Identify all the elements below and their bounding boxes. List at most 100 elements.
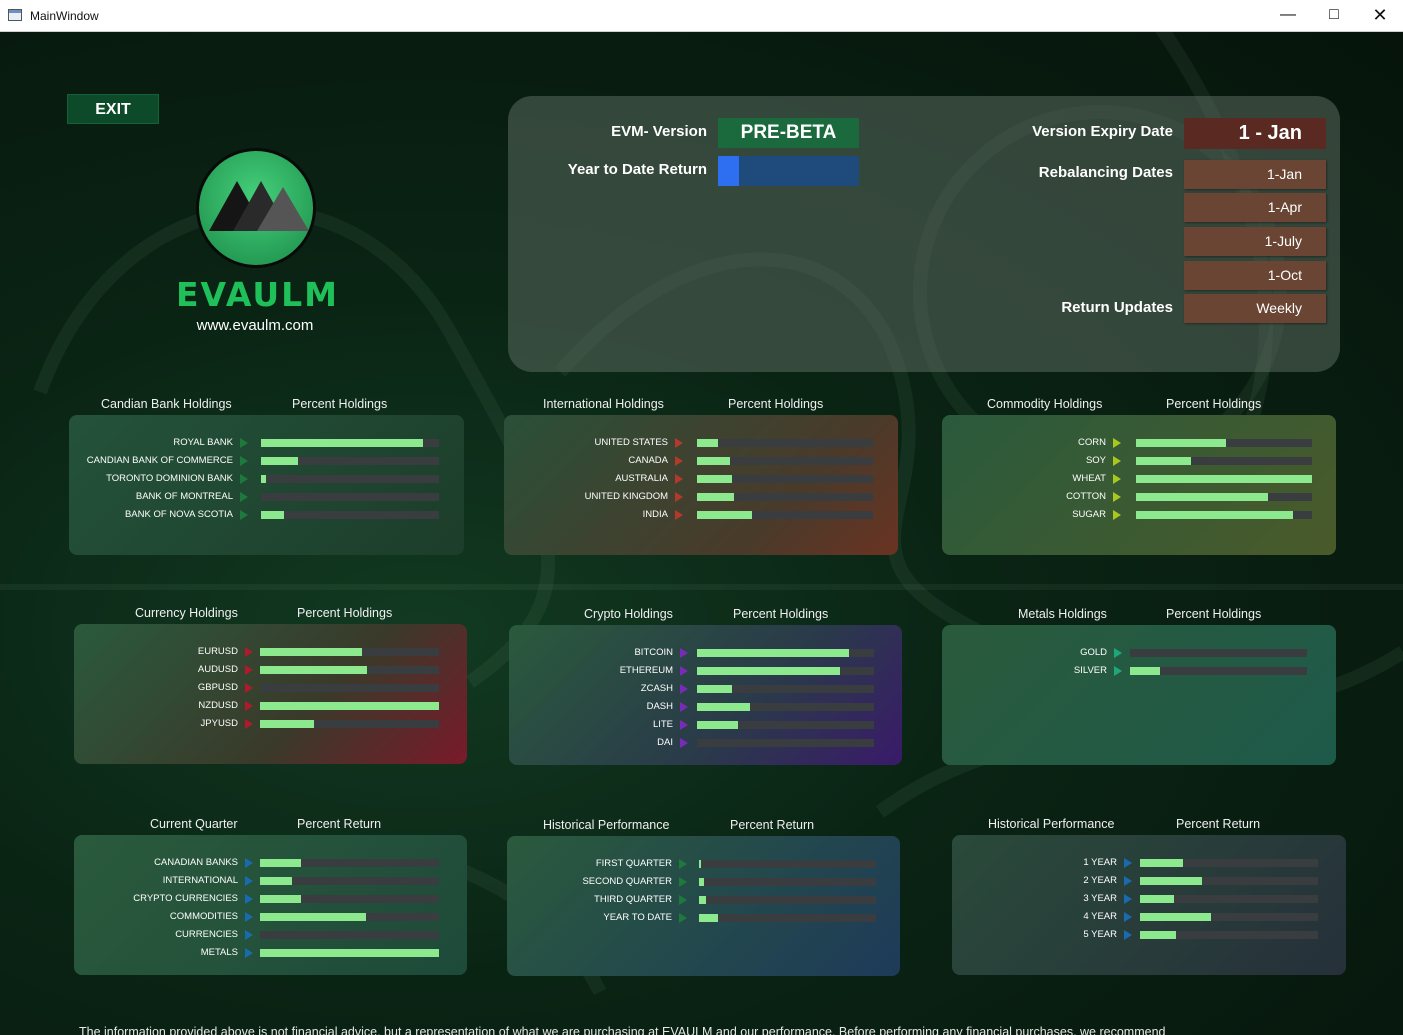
- holding-bar-fill: [260, 859, 302, 867]
- holding-bar-fill: [1140, 859, 1183, 867]
- evm-version-label: EVM- Version: [611, 123, 707, 140]
- play-arrow-icon: [1124, 912, 1132, 922]
- play-arrow-icon: [680, 648, 688, 658]
- holding-bar-fill: [260, 648, 363, 656]
- rebalancing-date: 1-Jan: [1184, 160, 1326, 189]
- holding-label: CANDIAN BANK OF COMMERCE: [86, 455, 233, 466]
- holding-bar: [1140, 913, 1318, 921]
- rebalancing-date: 1-Oct: [1184, 261, 1326, 290]
- holding-bar-fill: [260, 949, 439, 957]
- panel-title: Current Quarter: [150, 817, 238, 831]
- maximize-button[interactable]: □: [1311, 0, 1357, 31]
- holding-bar: [1140, 895, 1318, 903]
- holding-bar-fill: [260, 720, 314, 728]
- panel-title: Commodity Holdings: [987, 397, 1103, 411]
- holding-bar: [697, 475, 873, 483]
- play-arrow-icon: [245, 647, 253, 657]
- holding-bar: [261, 511, 439, 519]
- holding-bar: [1136, 493, 1312, 501]
- play-arrow-icon: [245, 894, 253, 904]
- play-arrow-icon: [1114, 666, 1122, 676]
- holding-label: CANADIAN BANKS: [154, 857, 238, 868]
- holding-bar: [1136, 439, 1312, 447]
- holding-bar: [260, 702, 439, 710]
- title-bar: MainWindow — □ ✕: [0, 0, 1403, 32]
- exit-button[interactable]: EXIT: [67, 94, 159, 124]
- holding-bar: [699, 860, 876, 868]
- play-arrow-icon: [675, 492, 683, 502]
- holding-label: SUGAR: [1072, 509, 1106, 520]
- play-arrow-icon: [240, 474, 248, 484]
- holding-label: INTERNATIONAL: [162, 875, 238, 886]
- play-arrow-icon: [680, 738, 688, 748]
- panel-title: International Holdings: [543, 397, 664, 411]
- holding-label: DASH: [646, 701, 673, 712]
- holding-bar-fill: [260, 913, 366, 921]
- holding-label: JPYUSD: [200, 718, 238, 729]
- play-arrow-icon: [680, 702, 688, 712]
- play-arrow-icon: [679, 895, 687, 905]
- rebalancing-date: 1-Apr: [1184, 193, 1326, 222]
- holding-bar-fill: [699, 860, 701, 868]
- holding-bar: [1130, 649, 1307, 657]
- window-title: MainWindow: [30, 9, 99, 23]
- panel-subtitle: Percent Return: [297, 817, 382, 831]
- brand-website: www.evaulm.com: [196, 317, 314, 334]
- holding-bar-fill: [1136, 439, 1226, 447]
- holding-bar: [260, 895, 439, 903]
- panel-title: Historical Performance: [543, 818, 670, 832]
- holding-bar-fill: [261, 457, 299, 465]
- holding-bar: [699, 896, 876, 904]
- holding-bar: [260, 949, 439, 957]
- ytd-return-fill: [718, 156, 740, 186]
- return-updates-label: Return Updates: [1061, 299, 1173, 316]
- holding-label: COTTON: [1066, 491, 1106, 502]
- close-button[interactable]: ✕: [1357, 0, 1403, 31]
- holding-bar: [1140, 931, 1318, 939]
- holding-bar: [260, 720, 439, 728]
- holding-label: SECOND QUARTER: [582, 876, 672, 887]
- intl-panel: [504, 415, 898, 555]
- holding-bar: [260, 666, 439, 674]
- play-arrow-icon: [1124, 876, 1132, 886]
- holding-bar: [699, 914, 876, 922]
- holding-label: 3 YEAR: [1083, 893, 1117, 904]
- holding-bar: [1136, 475, 1312, 483]
- holding-label: COMMODITIES: [169, 911, 238, 922]
- holding-bar: [697, 703, 874, 711]
- holding-bar: [1140, 859, 1318, 867]
- panel-title: Candian Bank Holdings: [101, 397, 232, 411]
- holding-bar-fill: [261, 511, 285, 519]
- holding-bar: [260, 684, 439, 692]
- play-arrow-icon: [245, 683, 253, 693]
- holding-bar: [697, 739, 874, 747]
- holding-label: ZCASH: [640, 683, 673, 694]
- holding-bar: [697, 511, 873, 519]
- holding-bar-fill: [1140, 931, 1176, 939]
- panel-title: Historical Performance: [988, 817, 1115, 831]
- holding-label: BANK OF NOVA SCOTIA: [124, 509, 233, 520]
- comm-panel: [942, 415, 1336, 555]
- holding-bar: [697, 493, 873, 501]
- play-arrow-icon: [245, 701, 253, 711]
- play-arrow-icon: [1113, 510, 1121, 520]
- play-arrow-icon: [1113, 492, 1121, 502]
- holding-label: DAI: [657, 737, 673, 748]
- play-arrow-icon: [1113, 474, 1121, 484]
- holding-label: BANK OF MONTREAL: [135, 491, 233, 502]
- play-arrow-icon: [679, 859, 687, 869]
- holding-bar-fill: [1136, 475, 1312, 483]
- minimize-button[interactable]: —: [1265, 0, 1311, 31]
- holding-label: SOY: [1085, 455, 1106, 466]
- holding-label: SILVER: [1073, 665, 1107, 676]
- holding-bar-fill: [697, 685, 733, 693]
- play-arrow-icon: [245, 930, 253, 940]
- play-arrow-icon: [680, 684, 688, 694]
- ytd-return-bar: [718, 156, 859, 186]
- expiry-date-label: Version Expiry Date: [1032, 123, 1173, 140]
- holding-bar-fill: [697, 457, 731, 465]
- holding-bar-fill: [1136, 511, 1293, 519]
- play-arrow-icon: [245, 665, 253, 675]
- holding-label: AUSTRALIA: [615, 473, 668, 484]
- holding-bar: [699, 878, 876, 886]
